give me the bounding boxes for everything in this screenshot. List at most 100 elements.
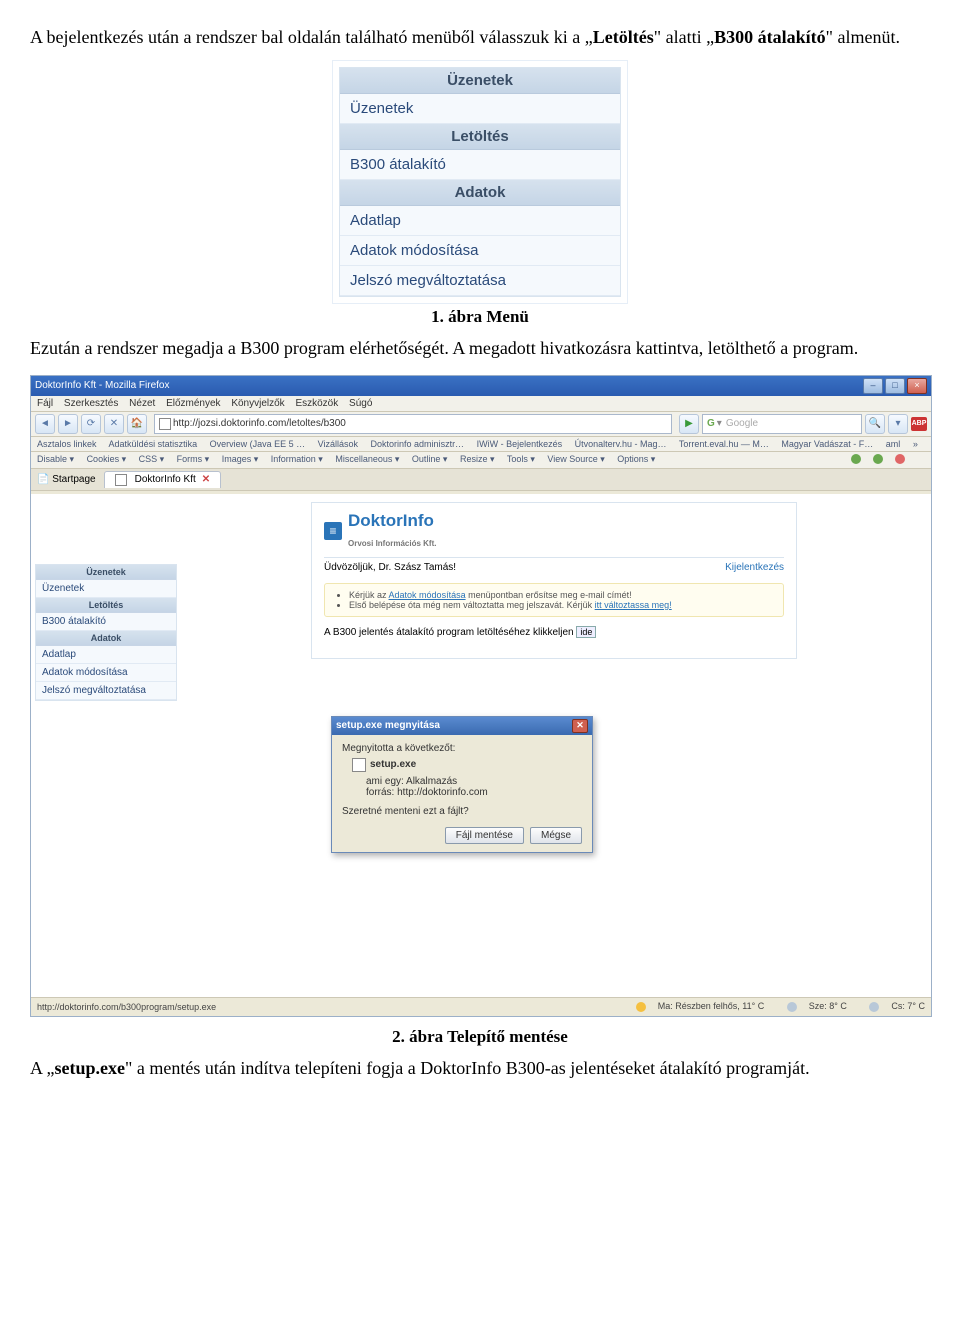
devbar-misc[interactable]: Miscellaneous ▾ [335,454,399,464]
startpage-button[interactable]: 📄 Startpage [37,474,96,485]
para-setup-install: A „setup.exe" a mentés után indítva tele… [30,1057,930,1080]
search-input[interactable]: G ▾ Google [702,414,862,434]
menu-file[interactable]: Fájl [37,398,53,409]
save-file-button[interactable]: Fájl mentése [445,827,524,844]
devbar-disable[interactable]: Disable ▾ [37,454,74,464]
sidebar-header-uzenetek: Üzenetek [36,565,176,580]
menu-view[interactable]: Nézet [129,398,155,409]
devbar-css[interactable]: CSS ▾ [139,454,165,464]
notice-box: Kérjük az Adatok módosítása menüpontban … [324,583,784,617]
bookmark-item[interactable]: Útvonalterv.hu - Mag… [575,439,667,449]
back-button[interactable]: ◄ [35,414,55,434]
notice-link-adatok[interactable]: Adatok módosítása [389,590,466,600]
notice-link-password[interactable]: itt változtassa meg! [595,600,672,610]
menu-item-adatok-modositasa[interactable]: Adatok módosítása [340,236,620,266]
download-dialog: setup.exe megnyitása ✕ Megnyitotta a köv… [331,716,593,853]
file-icon [352,758,366,772]
devbar-tools[interactable]: Tools ▾ [507,454,535,464]
dialog-source: forrás: http://doktorinfo.com [366,787,582,798]
devbar-forms[interactable]: Forms ▾ [177,454,210,464]
dialog-file-row: setup.exe [352,758,582,772]
bookmark-item[interactable]: Overview (Java EE 5 … [210,439,306,449]
downloads-button[interactable]: ▾ [888,414,908,434]
weather-today: Ma: Részben felhős, 11° C [626,1001,764,1011]
home-button[interactable]: 🏠 [127,414,147,434]
bookmark-item[interactable]: Asztalos linkek [37,439,97,449]
devbar-options[interactable]: Options ▾ [617,454,655,464]
go-button[interactable]: ▶ [679,414,699,434]
menu-item-b300[interactable]: B300 átalakító [340,150,620,180]
devbar-outline[interactable]: Outline ▾ [412,454,448,464]
bookmark-item[interactable]: Vizállások [318,439,358,449]
reload-button[interactable]: ⟳ [81,414,101,434]
menu-bookmarks[interactable]: Könyvjelzők [231,398,284,409]
sidebar-item-adatok-modositasa[interactable]: Adatok módosítása [36,664,176,682]
dialog-body: Megnyitotta a következőt: setup.exe ami … [332,735,592,852]
adblock-icon[interactable]: ABP [911,417,927,431]
stop-button[interactable]: ✕ [104,414,124,434]
devbar-cookies[interactable]: Cookies ▾ [87,454,127,464]
search-placeholder: Google [726,418,758,429]
dialog-close-button[interactable]: ✕ [572,719,588,733]
tab-label: DoktorInfo Kft [135,474,196,485]
menu-item-uzenetek[interactable]: Üzenetek [340,94,620,124]
tab-bar: 📄 Startpage DoktorInfo Kft ✕ [31,469,931,491]
text: " almenüt. [826,27,900,47]
menu-header-adatok: Adatok [340,180,620,206]
dialog-filetype: ami egy: Alkalmazás [366,776,582,787]
tab-doktorinfo[interactable]: DoktorInfo Kft ✕ [104,471,222,488]
bookmark-item[interactable]: IWiW - Bejelentkezés [477,439,563,449]
url-text: http://jozsi.doktorinfo.com/letoltes/b30… [173,418,346,429]
cloud-icon [869,1002,879,1012]
bookmark-item[interactable]: Adatküldési statisztika [109,439,198,449]
url-input[interactable]: http://jozsi.doktorinfo.com/letoltes/b30… [154,414,672,434]
sidebar-menu: Üzenetek Üzenetek Letöltés B300 átalakít… [35,564,177,701]
window-maximize-button[interactable]: □ [885,378,905,394]
text: A bejelentkezés után a rendszer bal olda… [30,27,593,47]
dialog-buttons: Fájl mentése Mégse [342,827,582,844]
download-link-ide[interactable]: ide [576,626,596,638]
window-close-button[interactable]: × [907,378,927,394]
menu-item-adatlap[interactable]: Adatlap [340,206,620,236]
devbar-resize[interactable]: Resize ▾ [460,454,495,464]
main-column: ≡ DoktorInfo Orvosi Információs Kft. Üdv… [177,494,931,659]
text: " alatti „ [654,27,714,47]
window-minimize-button[interactable]: ‒ [863,378,883,394]
menu-help[interactable]: Súgó [349,398,372,409]
bookmark-item[interactable]: Torrent.eval.hu — M… [679,439,769,449]
devbar-viewsource[interactable]: View Source ▾ [547,454,604,464]
tab-close-button[interactable]: ✕ [202,474,210,485]
devbar-information[interactable]: Information ▾ [271,454,323,464]
sidebar-header-adatok: Adatok [36,631,176,646]
bookmark-item[interactable]: aml [886,439,901,449]
download-instruction: A B300 jelentés átalakító program letölt… [324,627,784,638]
notice-line-1: Kérjük az Adatok módosítása menüpontban … [349,590,773,600]
figure-browser: DoktorInfo Kft - Mozilla Firefox ‒ □ × F… [30,375,932,1017]
text-bold: setup.exe [55,1058,126,1078]
greeting-text: Üdvözöljük, Dr. Szász Tamás! [324,562,456,573]
check-ok-icon [873,454,883,464]
bookmark-item[interactable]: Magyar Vadászat - F… [781,439,873,449]
sidebar-item-jelszo[interactable]: Jelszó megváltoztatása [36,682,176,700]
tab-favicon [115,474,127,486]
menu-history[interactable]: Előzmények [166,398,220,409]
search-button[interactable]: 🔍 [865,414,885,434]
caption-figure-2: 2. ábra Telepítő mentése [30,1027,930,1047]
menu-edit[interactable]: Szerkesztés [64,398,118,409]
menu-tools[interactable]: Eszközök [295,398,338,409]
bookmarks-toolbar: Asztalos linkek Adatküldési statisztika … [31,437,931,452]
cancel-button[interactable]: Mégse [530,827,582,844]
devbar-images[interactable]: Images ▾ [222,454,259,464]
logout-link[interactable]: Kijelentkezés [725,562,784,573]
text: " a mentés után indítva telepíteni fogja… [125,1058,810,1078]
browser-menubar: Fájl Szerkesztés Nézet Előzmények Könyvj… [31,396,931,412]
sidebar-item-b300[interactable]: B300 átalakító [36,613,176,631]
sidebar-item-adatlap[interactable]: Adatlap [36,646,176,664]
bookmark-item[interactable]: Doktorinfo adminisztr… [371,439,465,449]
dialog-question: Szeretné menteni ezt a fájlt? [342,806,582,817]
bookmark-overflow[interactable]: » [913,439,918,449]
menu-item-jelszo[interactable]: Jelszó megváltoztatása [340,266,620,296]
forward-button[interactable]: ► [58,414,78,434]
notice-line-2: Első belépése óta még nem változtatta me… [349,600,773,610]
sidebar-item-uzenetek[interactable]: Üzenetek [36,580,176,598]
